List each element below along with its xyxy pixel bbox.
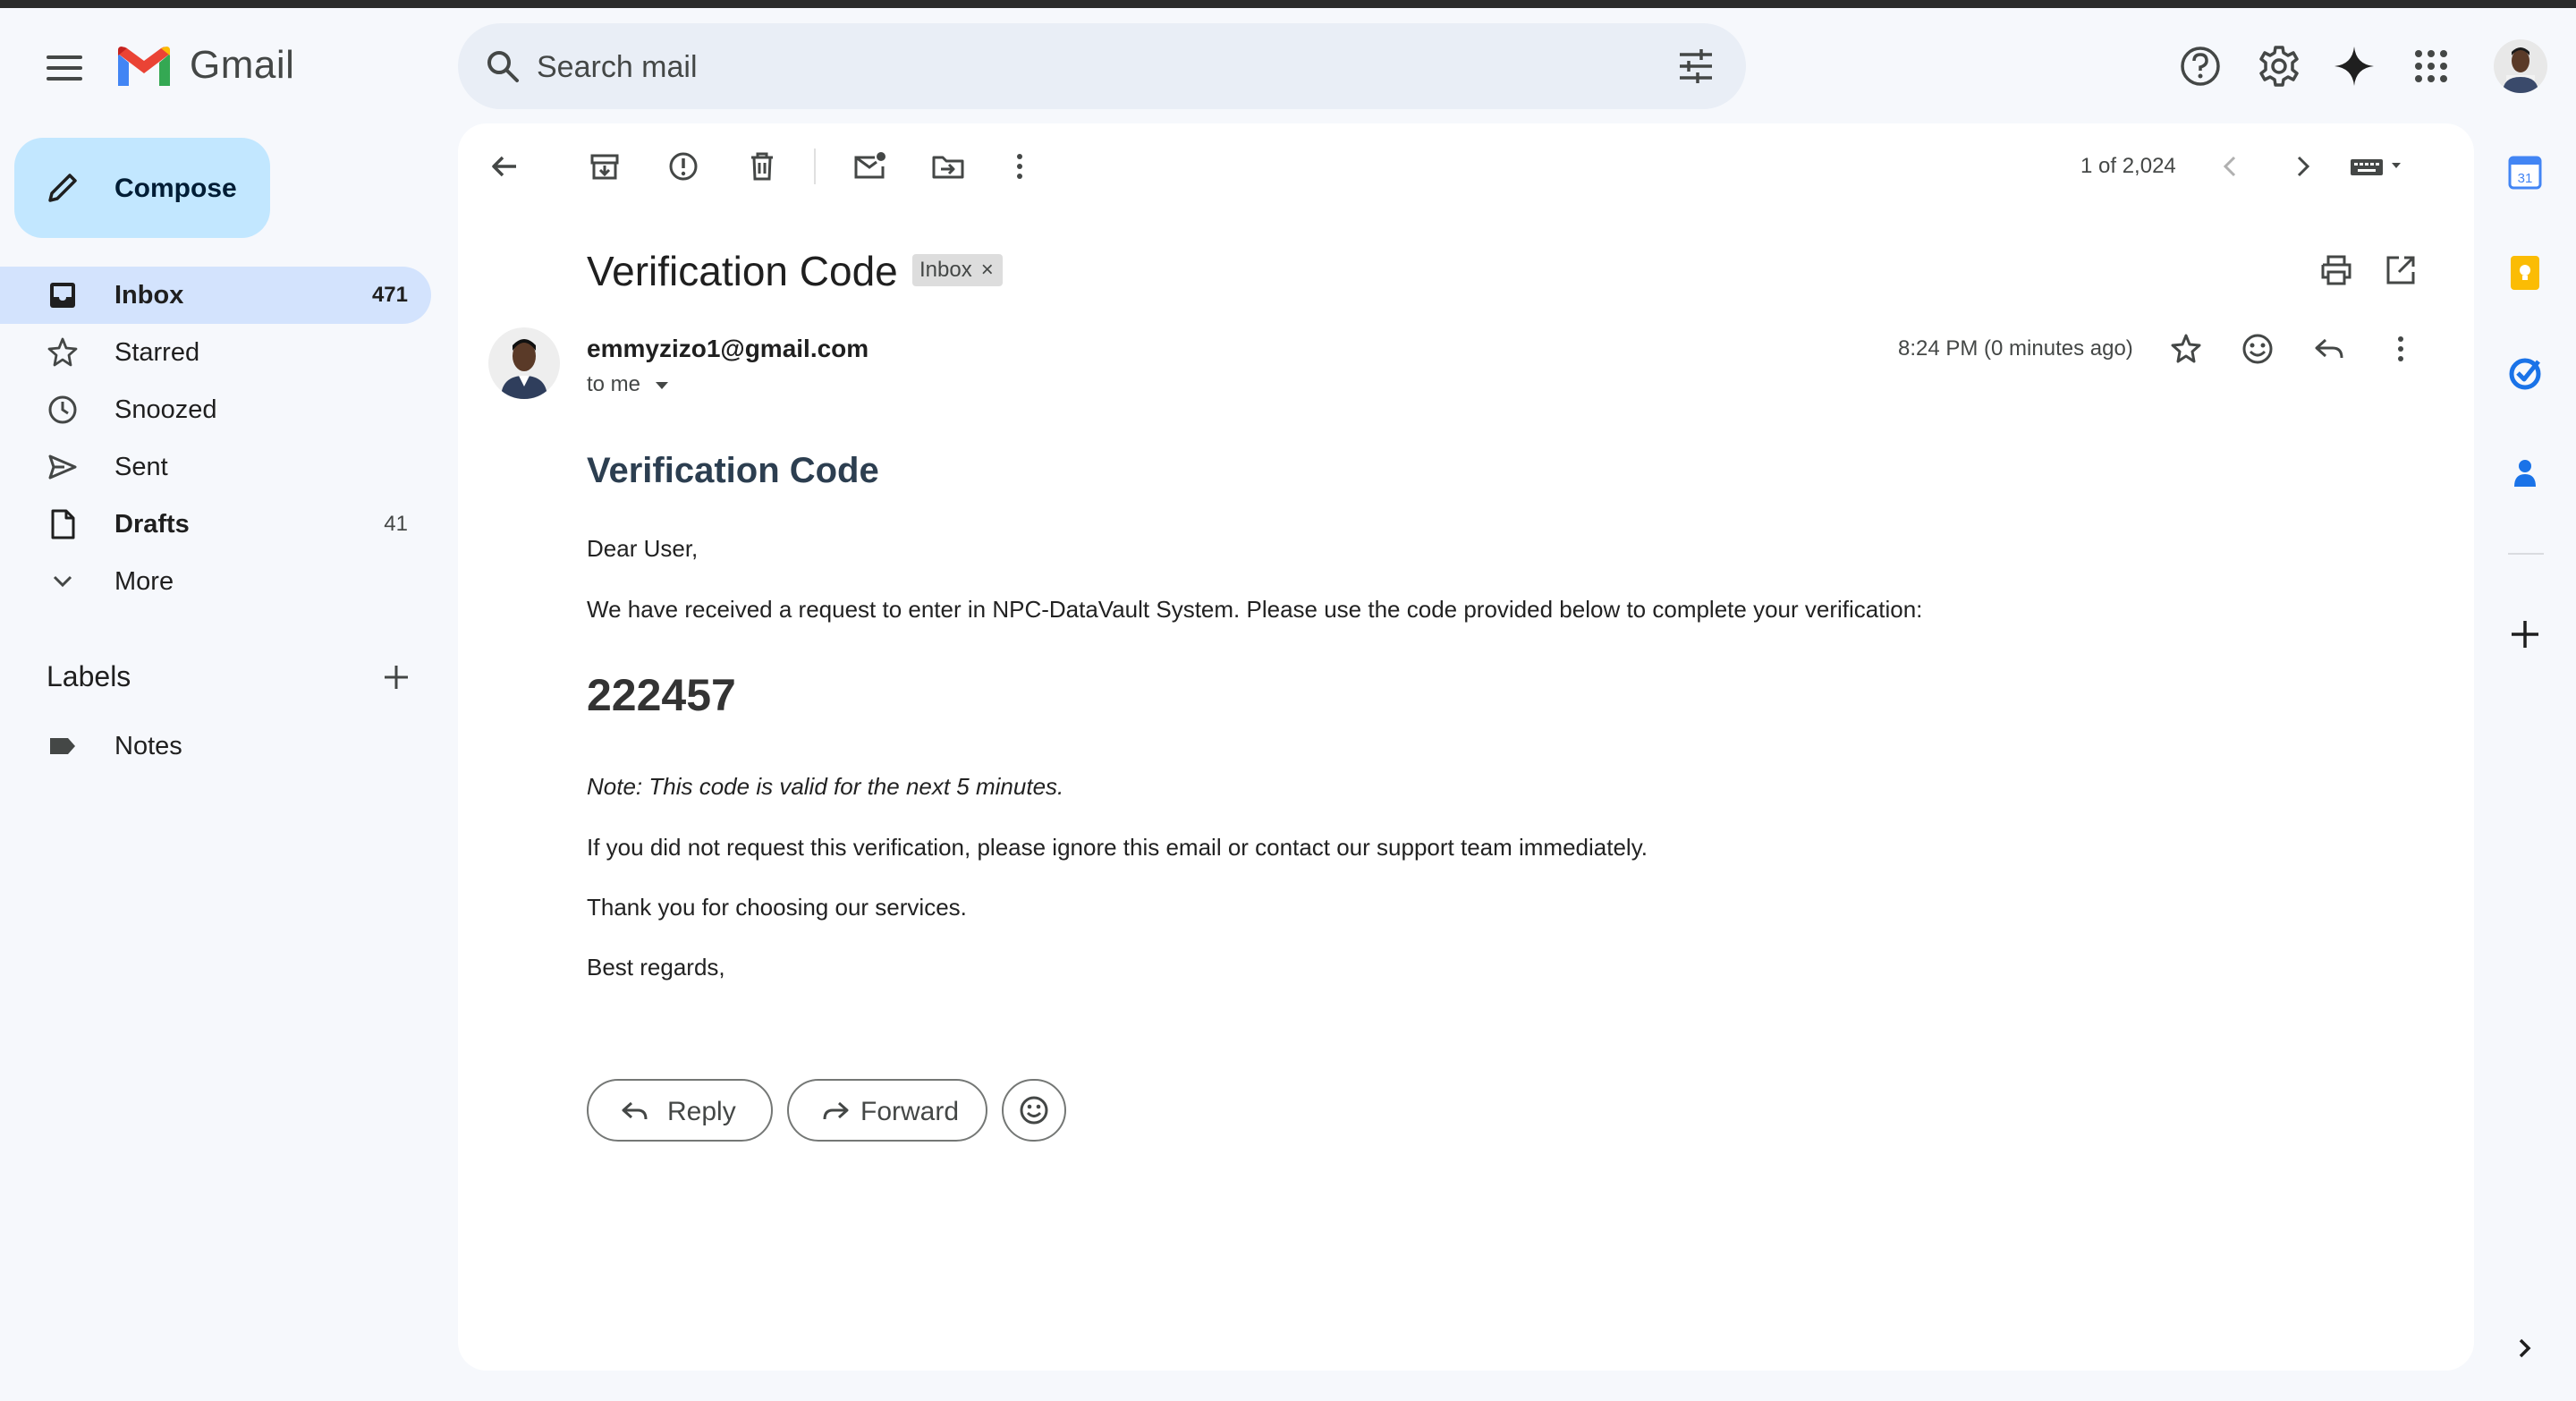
- add-label-icon[interactable]: [381, 662, 411, 692]
- emoji-icon[interactable]: [2240, 331, 2275, 367]
- email-subject: Verification Code: [587, 248, 898, 294]
- message-view: [458, 123, 2474, 1371]
- send-icon: [48, 454, 77, 480]
- reply-button[interactable]: Reply: [587, 1079, 773, 1142]
- react-emoji-button[interactable]: [1002, 1079, 1066, 1142]
- more-vert-icon[interactable]: [1002, 149, 1038, 184]
- sidebar-item-inbox[interactable]: Inbox 471: [0, 267, 431, 324]
- apps-icon[interactable]: [2408, 43, 2454, 89]
- inbox-label-chip[interactable]: Inbox ×: [912, 254, 1003, 286]
- body-heading: Verification Code: [587, 451, 879, 490]
- app-name: Gmail: [190, 43, 295, 87]
- reply-icon: [622, 1101, 648, 1120]
- window-top-bar: [0, 0, 2576, 8]
- menu-icon[interactable]: [47, 55, 82, 81]
- verification-code: 222457: [587, 670, 736, 720]
- delete-icon[interactable]: [744, 149, 780, 184]
- pencil-icon: [48, 174, 77, 202]
- forward-icon: [823, 1101, 849, 1120]
- forward-button[interactable]: Forward: [787, 1079, 987, 1142]
- body-signoff: Best regards,: [587, 954, 725, 981]
- keep-icon[interactable]: [2506, 254, 2544, 292]
- rail-divider: [2508, 553, 2544, 555]
- settings-icon[interactable]: [2256, 43, 2302, 89]
- star-icon: [47, 337, 78, 367]
- mark-unread-icon[interactable]: [852, 149, 887, 184]
- sender-email[interactable]: emmyzizo1@gmail.com: [587, 335, 869, 363]
- sidebar-item-drafts[interactable]: Drafts 41: [0, 496, 431, 553]
- labels-heading: Labels: [47, 660, 131, 692]
- star-icon[interactable]: [2168, 331, 2204, 367]
- help-icon[interactable]: [2177, 43, 2224, 89]
- body-thanks: Thank you for choosing our services.: [587, 894, 967, 921]
- compose-label: Compose: [114, 174, 237, 203]
- chevron-down-icon[interactable]: [654, 380, 670, 391]
- account-avatar[interactable]: [2494, 39, 2547, 93]
- tasks-icon[interactable]: [2506, 354, 2544, 392]
- svg-text:31: 31: [2518, 171, 2533, 186]
- chip-label: Inbox: [919, 258, 972, 282]
- recipient-summary[interactable]: to me: [587, 372, 670, 397]
- body-note: Note: This code is valid for the next 5 …: [587, 773, 1064, 800]
- report-spam-icon[interactable]: [665, 149, 701, 184]
- gemini-icon[interactable]: [2331, 43, 2377, 89]
- contacts-icon[interactable]: [2506, 454, 2544, 492]
- archive-icon[interactable]: [587, 149, 623, 184]
- toolbar-divider: [814, 149, 816, 184]
- chip-remove-icon[interactable]: ×: [981, 258, 994, 286]
- sidebar-item-notes[interactable]: Notes: [0, 717, 431, 775]
- move-to-icon[interactable]: [930, 149, 966, 184]
- draft-icon: [51, 509, 75, 539]
- sidebar-item-label: Starred: [114, 338, 200, 367]
- inbox-icon: [50, 283, 75, 308]
- sidebar-item-label: More: [114, 567, 174, 596]
- chevron-down-icon: [53, 575, 72, 588]
- forward-label: Forward: [860, 1097, 960, 1126]
- sender-avatar[interactable]: [488, 327, 560, 399]
- body-warning: If you did not request this verification…: [587, 834, 1648, 861]
- sidebar-item-snoozed[interactable]: Snoozed: [0, 381, 431, 438]
- search-icon[interactable]: [483, 47, 522, 86]
- calendar-icon[interactable]: 31: [2506, 154, 2544, 191]
- print-icon[interactable]: [2318, 252, 2354, 288]
- reply-label: Reply: [667, 1097, 736, 1126]
- sidebar-item-more[interactable]: More: [0, 553, 431, 610]
- sidebar-item-label: Drafts: [114, 510, 190, 539]
- compose-button[interactable]: Compose: [14, 138, 270, 238]
- label-icon: [50, 738, 75, 754]
- keyboard-icon[interactable]: [2349, 149, 2413, 184]
- clock-icon: [48, 395, 77, 424]
- reply-icon[interactable]: [2311, 331, 2347, 367]
- search-input[interactable]: Search mail: [537, 50, 698, 85]
- chevron-left-icon[interactable]: [2213, 149, 2249, 184]
- chevron-right-icon[interactable]: [2284, 149, 2320, 184]
- more-vert-icon[interactable]: [2383, 331, 2419, 367]
- sidebar-item-starred[interactable]: Starred: [0, 324, 431, 381]
- add-icon[interactable]: [2506, 616, 2544, 653]
- sidebar-item-sent[interactable]: Sent: [0, 438, 431, 496]
- message-time: 8:24 PM (0 minutes ago): [1898, 336, 2133, 361]
- open-in-new-icon[interactable]: [2383, 252, 2419, 288]
- gmail-logo[interactable]: [114, 45, 174, 89]
- recipient-text: to me: [587, 372, 641, 396]
- chevron-right-icon[interactable]: [2510, 1333, 2540, 1363]
- sidebar-item-label: Notes: [114, 732, 182, 760]
- body-greeting: Dear User,: [587, 535, 699, 562]
- tune-icon[interactable]: [1676, 47, 1716, 86]
- sidebar-item-label: Snoozed: [114, 395, 217, 424]
- pagination-text: 1 of 2,024: [2080, 154, 2176, 178]
- search-bar[interactable]: Search mail: [458, 23, 1746, 109]
- body-intro: We have received a request to enter in N…: [587, 596, 1923, 623]
- sidebar-item-label: Inbox: [114, 281, 184, 310]
- drafts-count: 41: [384, 512, 408, 536]
- back-icon[interactable]: [487, 149, 522, 184]
- emoji-icon: [1020, 1096, 1048, 1125]
- sidebar-item-label: Sent: [114, 453, 168, 481]
- unread-count: 471: [371, 283, 408, 307]
